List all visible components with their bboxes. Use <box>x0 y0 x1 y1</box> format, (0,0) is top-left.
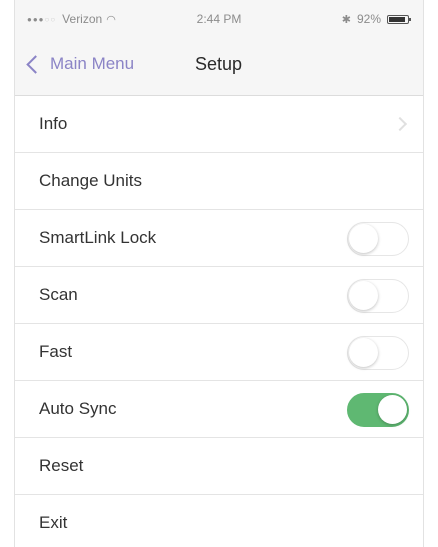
page-title: Setup <box>195 54 243 74</box>
scan-toggle[interactable] <box>347 279 409 313</box>
settings-row-change-units[interactable]: Change Units <box>15 153 423 210</box>
smartlink-lock-toggle[interactable] <box>347 222 409 256</box>
settings-row-label: SmartLink Lock <box>39 228 157 247</box>
settings-row-label: Fast <box>39 342 73 361</box>
settings-row-reset[interactable]: Reset <box>15 438 423 495</box>
status-bar: ●●●○○ Verizon ◠ 2:44 PM ✱ 92% <box>15 0 423 40</box>
auto-sync-toggle[interactable] <box>347 393 409 427</box>
battery-percent: 92% <box>356 12 381 26</box>
settings-row-label: Auto Sync <box>39 399 117 418</box>
battery-fill <box>389 16 406 22</box>
settings-row-info[interactable]: Info <box>15 96 423 153</box>
settings-row-scan[interactable]: Scan <box>15 267 423 324</box>
settings-row-label: Reset <box>39 456 84 475</box>
toggle-knob <box>378 395 407 424</box>
toggle-knob <box>349 338 378 367</box>
back-button[interactable]: Main Menu <box>25 54 134 74</box>
toggle-knob <box>349 224 378 253</box>
bluetooth-icon: ✱ <box>341 13 351 26</box>
back-button-label: Main Menu <box>50 54 135 73</box>
chevron-left-icon <box>26 54 45 74</box>
navigation-bar: Main Menu Setup <box>15 40 423 96</box>
settings-row-label: Info <box>39 114 68 133</box>
fast-toggle[interactable] <box>347 336 409 370</box>
settings-row-auto-sync[interactable]: Auto Sync <box>15 381 423 438</box>
settings-row-label: Exit <box>39 513 68 532</box>
settings-row-exit[interactable]: Exit <box>15 495 423 547</box>
chevron-right-icon <box>392 116 408 132</box>
settings-row-label: Change Units <box>39 171 143 190</box>
settings-row-smartlink-lock[interactable]: SmartLink Lock <box>15 210 423 267</box>
settings-row-fast[interactable]: Fast <box>15 324 423 381</box>
toggle-knob <box>349 281 378 310</box>
status-right: ✱ 92% <box>341 12 411 26</box>
settings-row-label: Scan <box>39 285 78 304</box>
battery-icon <box>387 14 411 24</box>
settings-list: Info Change Units SmartLink Lock Scan Fast Au… <box>15 96 423 547</box>
phone-screen: ●●●○○ Verizon ◠ 2:44 PM ✱ 92% Main Menu … <box>14 0 424 547</box>
